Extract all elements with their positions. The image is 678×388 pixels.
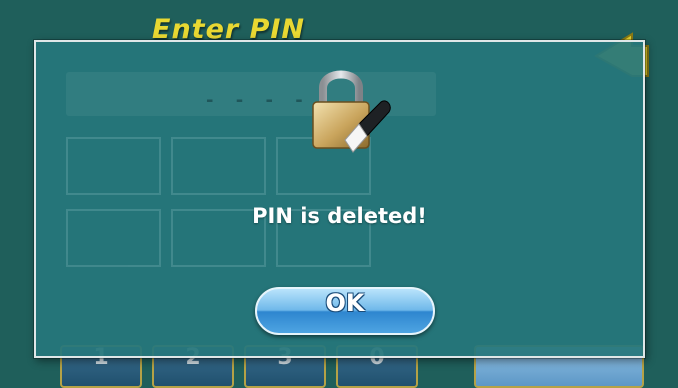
ok-button[interactable]: OK xyxy=(255,287,435,335)
dialog-message: PIN is deleted! xyxy=(252,204,427,228)
pin-deleted-dialog: - - - - PIN is deleted! OK xyxy=(34,40,645,358)
ghost-pin-dashes: - - - - xyxy=(206,90,311,111)
padlock-with-eraser-icon xyxy=(312,70,391,153)
